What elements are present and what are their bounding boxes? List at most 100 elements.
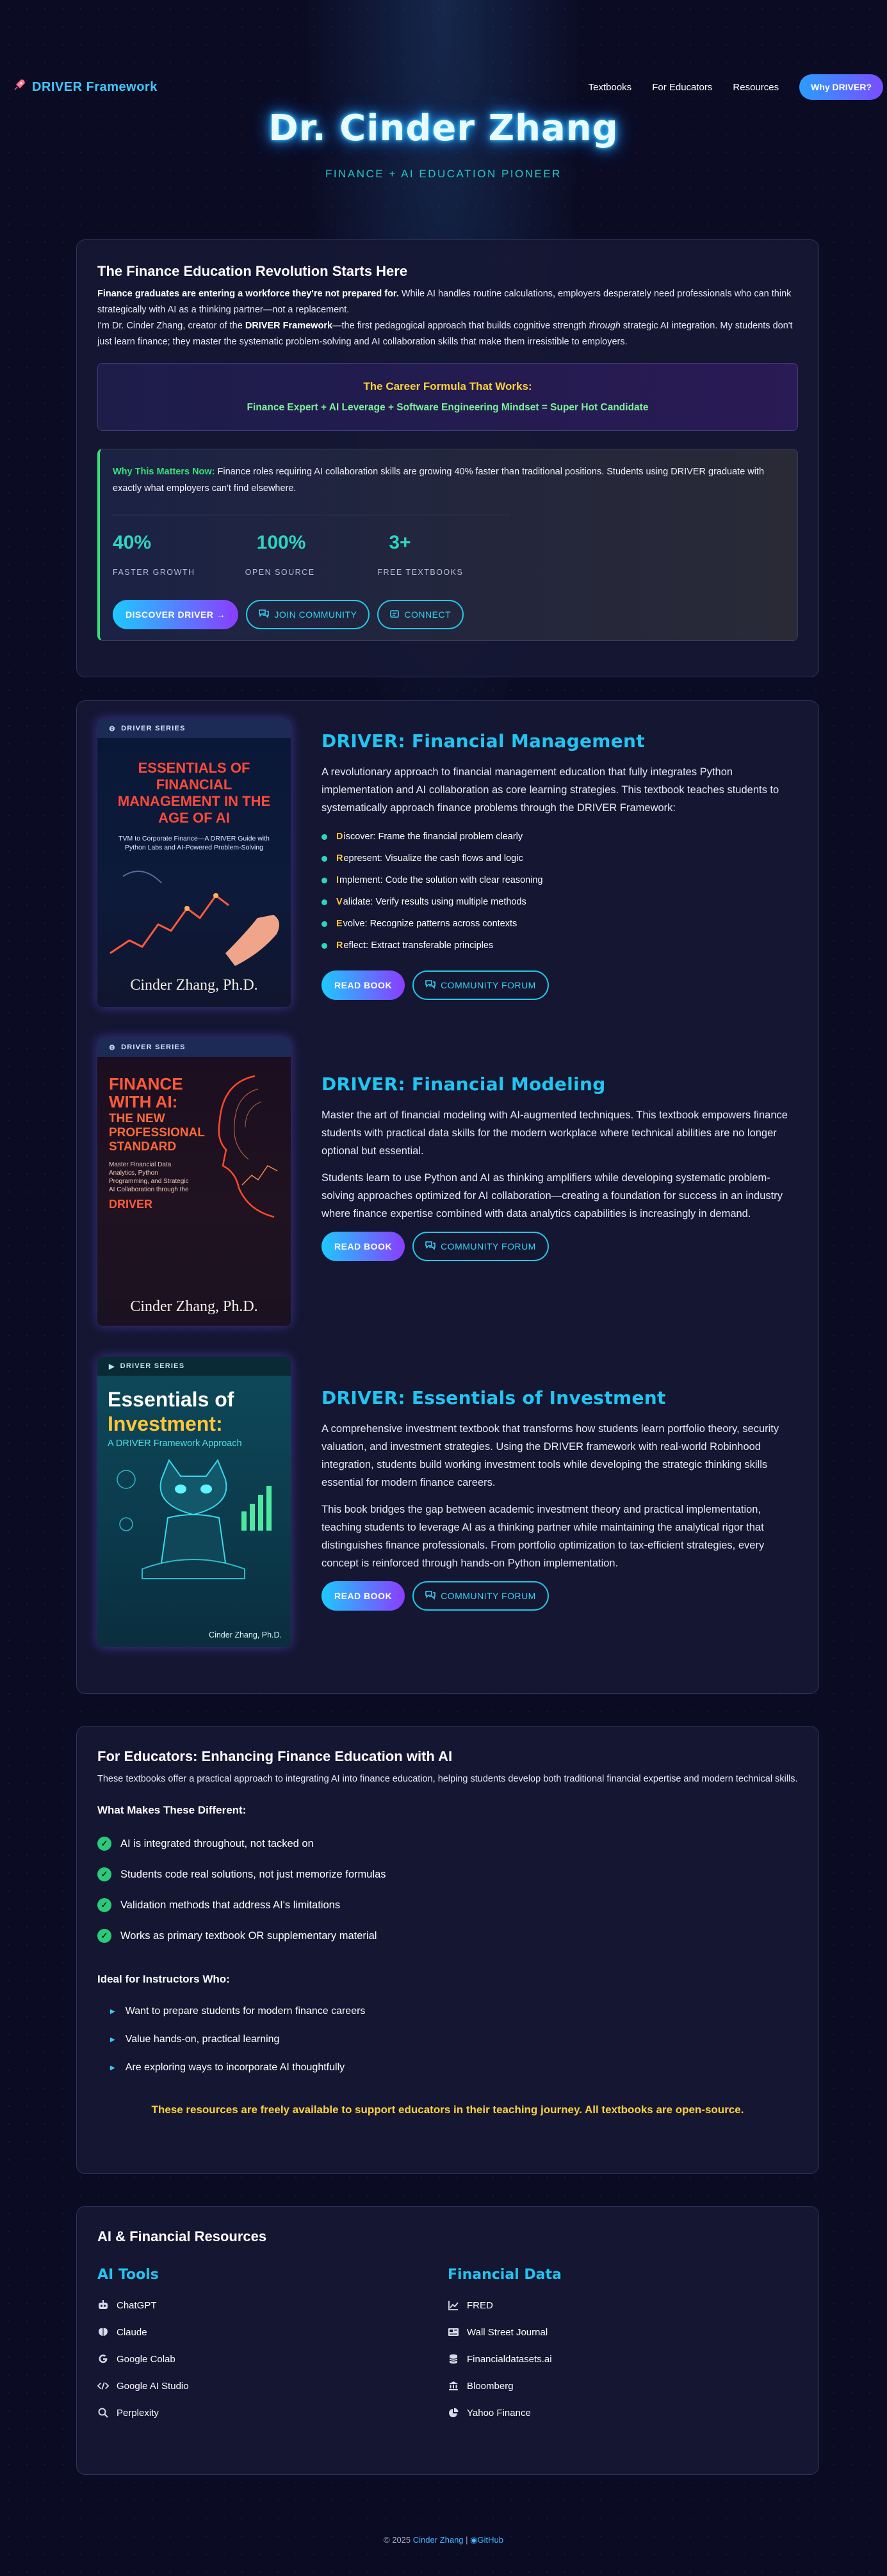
bullet-dot [321, 833, 327, 840]
book-cover[interactable]: ⚙ DRIVER SERIES ESSENTIALS OF FINANCIAL M… [97, 719, 291, 1007]
resource-label: Wall Street Journal [467, 2326, 548, 2338]
list-item: ✓ Students code real solutions, not just … [97, 1859, 798, 1890]
brand-link[interactable]: DRIVER Framework [13, 79, 158, 95]
item-text: Value hands-on, practical learning [125, 2034, 280, 2045]
resource-fred[interactable]: FRED [448, 2292, 798, 2319]
google-icon [97, 2353, 109, 2365]
item-text: Are exploring ways to incorporate AI tho… [125, 2062, 345, 2073]
step-text: mplement: Code the solution with clear r… [339, 875, 543, 885]
community-forum-button[interactable]: COMMUNITY FORUM [412, 1581, 549, 1611]
connect-button[interactable]: CONNECT [377, 600, 464, 629]
cover-series-badge: ▶ DRIVER SERIES [97, 1356, 291, 1376]
resource-label: Google AI Studio [117, 2380, 189, 2392]
forum-label: COMMUNITY FORUM [441, 980, 536, 990]
intro-bold: Finance graduates are entering a workfor… [97, 289, 399, 299]
book-essentials-of-investment: ▶ DRIVER SERIES Essentials of Investment:… [97, 1356, 799, 1647]
list-item: ✓ Validation methods that address AI's li… [97, 1890, 798, 1920]
book-info: DRIVER: Essentials of Investment A compr… [321, 1387, 799, 1611]
connect-label: CONNECT [404, 609, 452, 620]
list-item: ✓ Works as primary textbook OR supplement… [97, 1920, 798, 1951]
nav-link-resources[interactable]: Resources [733, 82, 779, 93]
hero-title: Dr. Cinder Zhang [268, 108, 619, 149]
page-footer: © 2025 Cinder Zhang | ◉GitHub [0, 2535, 887, 2545]
community-forum-button[interactable]: COMMUNITY FORUM [412, 1232, 549, 1261]
resource-claude[interactable]: Claude [97, 2319, 448, 2346]
book-cover[interactable]: ▶ DRIVER SERIES Essentials of Investment:… [97, 1356, 291, 1647]
bullet-dot [321, 877, 327, 883]
comments-icon [259, 609, 270, 620]
gear-icon: ⚙ [109, 725, 117, 733]
resource-bloomberg[interactable]: Bloomberg [448, 2372, 798, 2399]
step-letter: E [336, 919, 343, 929]
join-community-button[interactable]: JOIN COMMUNITY [246, 600, 370, 629]
stat-growth: 40% FASTER GROWTH [113, 532, 245, 577]
intro-buttons: DISCOVER DRIVER → JOIN COMMUNITY CONNECT [113, 600, 785, 629]
step-letter: R [336, 940, 343, 951]
resource-financialdatasets[interactable]: Financialdatasets.ai [448, 2346, 798, 2372]
why-driver-button[interactable]: Why DRIVER? [799, 74, 883, 100]
join-community-label: JOIN COMMUNITY [274, 609, 357, 620]
book-title: DRIVER: Essentials of Investment [321, 1387, 666, 1408]
nav-link-educators[interactable]: For Educators [652, 82, 712, 93]
book-title: DRIVER: Financial Modeling [321, 1074, 606, 1095]
newspaper-icon [448, 2326, 459, 2338]
step-text: iscover: Frame the financial problem cle… [343, 832, 523, 842]
list-item: ▶ Are exploring ways to incorporate AI th… [110, 2054, 798, 2082]
resources-section: AI & Financial Resources AI Tools ChatGP… [76, 2206, 819, 2475]
community-forum-button[interactable]: COMMUNITY FORUM [412, 970, 549, 1000]
bullet-dot [321, 942, 327, 949]
step-text: volve: Recognize patterns across context… [343, 919, 517, 929]
book-buttons: READ BOOK COMMUNITY FORUM [321, 1581, 799, 1611]
resource-google-colab[interactable]: Google Colab [97, 2346, 448, 2372]
differences-heading: What Makes These Different: [97, 1804, 247, 1816]
list-item: ▶ Want to prepare students for modern fin… [110, 1997, 798, 2025]
textbooks-section: ⚙ DRIVER SERIES ESSENTIALS OF FINANCIAL M… [76, 700, 819, 1694]
resource-yahoo-finance[interactable]: Yahoo Finance [448, 2399, 798, 2426]
educators-heading: For Educators: Enhancing Finance Educati… [97, 1748, 453, 1764]
list-item: ✓ AI is integrated throughout, not tacked… [97, 1828, 798, 1859]
stat-label: FREE TEXTBOOKS [377, 568, 464, 577]
book-financial-management: ⚙ DRIVER SERIES ESSENTIALS OF FINANCIAL M… [97, 719, 799, 1007]
driver-steps-list: Discover: Frame the financial problem cl… [321, 826, 799, 956]
check-circle-icon: ✓ [97, 1929, 111, 1943]
cover-subtitle: Master Financial Data Analytics, Python … [109, 1161, 189, 1193]
copyright-text: © 2025 [384, 2535, 413, 2545]
driver-step: Implement: Code the solution with clear … [321, 869, 799, 891]
read-book-button[interactable]: READ BOOK [321, 1232, 405, 1261]
cover-series: DRIVER SERIES [120, 1362, 185, 1370]
cover-subtitle: TVM to Corporate Finance—A DRIVER Guide … [118, 835, 270, 851]
cover-series: DRIVER SERIES [121, 725, 186, 732]
resource-google-ai-studio[interactable]: Google AI Studio [97, 2372, 448, 2399]
brain-icon [97, 2326, 109, 2338]
book-buttons: READ BOOK COMMUNITY FORUM [321, 970, 799, 1000]
forum-label: COMMUNITY FORUM [441, 1591, 536, 1601]
resource-label: ChatGPT [117, 2299, 157, 2311]
resource-label: Perplexity [117, 2407, 159, 2419]
why-matters-box: Why This Matters Now: Finance roles requ… [97, 449, 798, 641]
read-book-button[interactable]: READ BOOK [321, 970, 405, 1000]
financial-data-heading: Financial Data [448, 2267, 562, 2283]
author-link[interactable]: Cinder Zhang [413, 2535, 464, 2545]
resource-wsj[interactable]: Wall Street Journal [448, 2319, 798, 2346]
chart-line-icon [448, 2299, 459, 2311]
rocket-icon [13, 79, 26, 95]
discover-driver-button[interactable]: DISCOVER DRIVER → [113, 600, 239, 629]
item-text: Validation methods that address AI's lim… [120, 1899, 341, 1911]
driver-step: Reflect: Extract transferable principles [321, 935, 799, 956]
step-text: alidate: Verify results using multiple m… [343, 897, 526, 907]
nav-link-textbooks[interactable]: Textbooks [589, 82, 632, 93]
play-icon: ▶ [109, 1362, 115, 1371]
read-book-button[interactable]: READ BOOK [321, 1581, 405, 1611]
resource-label: Google Colab [117, 2353, 175, 2365]
robot-icon [97, 2299, 109, 2311]
resource-perplexity[interactable]: Perplexity [97, 2399, 448, 2426]
cover-illustration [110, 871, 279, 966]
stat-value: 100% [256, 532, 306, 553]
driver-step: Validate: Verify results using multiple … [321, 891, 799, 913]
stat-label: FASTER GROWTH [113, 568, 195, 577]
github-link[interactable]: GitHub [478, 2535, 503, 2545]
stats-row: 40% FASTER GROWTH 100% OPEN SOURCE 3+ FR… [113, 515, 510, 577]
resource-chatgpt[interactable]: ChatGPT [97, 2292, 448, 2319]
github-icon: ◉ [470, 2535, 478, 2545]
book-cover[interactable]: ⚙ DRIVER SERIES FINANCE WITH AI: THE NEW … [97, 1038, 291, 1326]
